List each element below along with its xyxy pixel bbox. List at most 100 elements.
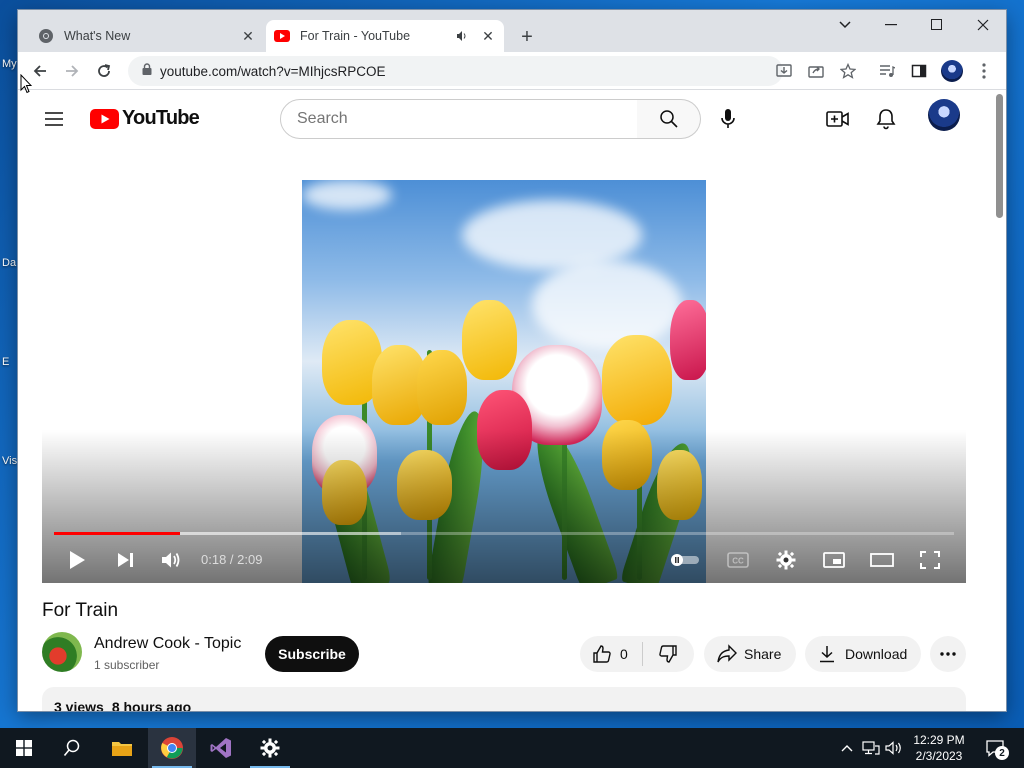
- search-button[interactable]: [637, 99, 701, 139]
- voice-search-button[interactable]: [712, 103, 744, 135]
- audio-playing-icon[interactable]: [452, 26, 472, 46]
- next-icon: [118, 553, 133, 567]
- upload-time: 8 hours ago: [111, 699, 192, 711]
- download-label: Download: [845, 646, 908, 662]
- like-button[interactable]: 0: [580, 644, 642, 664]
- like-count: 0: [620, 646, 628, 662]
- chevron-up-icon: [841, 745, 853, 752]
- address-bar[interactable]: youtube.com/watch?v=MIhjcsRPCOE: [128, 56, 783, 86]
- lock-icon[interactable]: [142, 62, 152, 80]
- volume-tray-button[interactable]: [884, 738, 904, 758]
- autoplay-toggle-icon: [671, 554, 699, 566]
- autoplay-toggle[interactable]: [668, 545, 702, 575]
- download-button[interactable]: Download: [805, 636, 921, 672]
- progress-bar[interactable]: [54, 532, 954, 535]
- new-tab-button[interactable]: +: [515, 25, 539, 49]
- close-tab-icon[interactable]: ✕: [478, 26, 498, 46]
- browser-toolbar: youtube.com/watch?v=MIhjcsRPCOE: [18, 52, 1006, 90]
- next-button[interactable]: [110, 545, 140, 575]
- speaker-icon: [885, 741, 901, 755]
- network-tray-button[interactable]: [861, 738, 881, 758]
- maximize-button[interactable]: [914, 10, 960, 40]
- minimize-button[interactable]: [868, 10, 914, 40]
- desktop-icon-label[interactable]: My: [2, 58, 17, 70]
- forward-button[interactable]: [58, 57, 86, 85]
- media-control-icon[interactable]: [873, 57, 901, 85]
- desktop-icon-label[interactable]: Vis: [2, 455, 17, 467]
- taskbar: 12:29 PM 2/3/2023 2: [0, 728, 1024, 768]
- dislike-button[interactable]: [643, 644, 693, 664]
- channel-avatar[interactable]: [42, 632, 82, 672]
- chrome-taskbar-button[interactable]: [148, 728, 196, 768]
- video-title: For Train: [42, 600, 119, 621]
- url-text: youtube.com/watch?v=MIhjcsRPCOE: [160, 63, 386, 79]
- desktop-icon-label[interactable]: Da: [2, 257, 16, 269]
- more-actions-button[interactable]: [930, 636, 966, 672]
- side-panel-icon[interactable]: [905, 57, 933, 85]
- fullscreen-button[interactable]: [915, 545, 945, 575]
- youtube-logo[interactable]: YouTube: [90, 107, 200, 130]
- profile-avatar[interactable]: [938, 57, 966, 85]
- subscribe-button[interactable]: Subscribe: [265, 636, 359, 672]
- video-player[interactable]: 0:18 / 2:09 CC: [42, 180, 966, 583]
- show-hidden-icons-button[interactable]: [837, 738, 857, 758]
- clock-date: 2/3/2023: [915, 749, 963, 763]
- start-button[interactable]: [0, 728, 48, 768]
- scrollbar-thumb[interactable]: [996, 94, 1003, 218]
- windows-icon: [16, 740, 32, 756]
- subtitles-button[interactable]: CC: [723, 545, 753, 575]
- miniplayer-button[interactable]: [819, 545, 849, 575]
- play-button[interactable]: [62, 545, 92, 575]
- settings-button[interactable]: [771, 545, 801, 575]
- page-scrollbar[interactable]: [993, 91, 1006, 711]
- share-page-icon[interactable]: [802, 57, 830, 85]
- settings-taskbar-button[interactable]: [246, 728, 294, 768]
- svg-text:CC: CC: [732, 557, 744, 566]
- more-menu-icon[interactable]: [970, 57, 998, 85]
- menu-icon[interactable]: [42, 107, 66, 131]
- create-video-icon: [826, 111, 849, 127]
- close-window-button[interactable]: [960, 10, 1006, 40]
- youtube-header: YouTube Search: [18, 91, 993, 147]
- thumbs-up-icon: [593, 645, 611, 663]
- more-horizontal-icon: [940, 652, 956, 656]
- reload-button[interactable]: [90, 57, 118, 85]
- close-tab-icon[interactable]: ✕: [238, 26, 258, 46]
- search-input[interactable]: Search: [280, 99, 638, 139]
- share-label: Share: [744, 646, 782, 662]
- theater-mode-button[interactable]: [867, 545, 897, 575]
- tab-title: For Train - YouTube: [300, 29, 411, 43]
- miniplayer-icon: [823, 552, 845, 568]
- play-icon: [70, 551, 85, 569]
- create-video-button[interactable]: [824, 105, 852, 133]
- visual-studio-icon: [210, 738, 231, 758]
- description-box[interactable]: 3 views 8 hours ago: [42, 687, 966, 711]
- bookmark-star-icon[interactable]: [834, 57, 862, 85]
- chrome-icon: [38, 28, 54, 44]
- desktop-icon-label[interactable]: E: [2, 356, 9, 368]
- share-button[interactable]: Share: [704, 636, 796, 672]
- share-icon: [717, 644, 737, 663]
- system-clock[interactable]: 12:29 PM 2/3/2023: [908, 732, 970, 764]
- file-explorer-button[interactable]: [98, 728, 146, 768]
- volume-button[interactable]: [156, 545, 186, 575]
- chrome-icon: [161, 737, 183, 759]
- browser-window: What's New ✕ For Train - YouTube ✕ + you…: [18, 10, 1006, 711]
- progress-played: [54, 532, 180, 535]
- folder-icon: [112, 742, 132, 756]
- visual-studio-button[interactable]: [197, 728, 245, 768]
- view-count: 3 views: [54, 699, 104, 711]
- search-taskbar-button[interactable]: [48, 728, 96, 768]
- youtube-logo-text: YouTube: [122, 107, 200, 129]
- search-icon: [63, 739, 80, 757]
- channel-name[interactable]: Andrew Cook - Topic: [94, 635, 241, 653]
- tab-for-train[interactable]: For Train - YouTube ✕: [266, 20, 504, 52]
- tab-search-icon[interactable]: [822, 10, 868, 40]
- account-avatar[interactable]: [928, 99, 960, 131]
- notifications-button[interactable]: [872, 105, 900, 133]
- tab-strip: What's New ✕ For Train - YouTube ✕ +: [18, 10, 1006, 52]
- closed-captions-icon: CC: [727, 552, 749, 568]
- install-app-icon[interactable]: [770, 57, 798, 85]
- action-center-button[interactable]: 2: [983, 738, 1009, 760]
- tab-whats-new[interactable]: What's New ✕: [30, 20, 264, 52]
